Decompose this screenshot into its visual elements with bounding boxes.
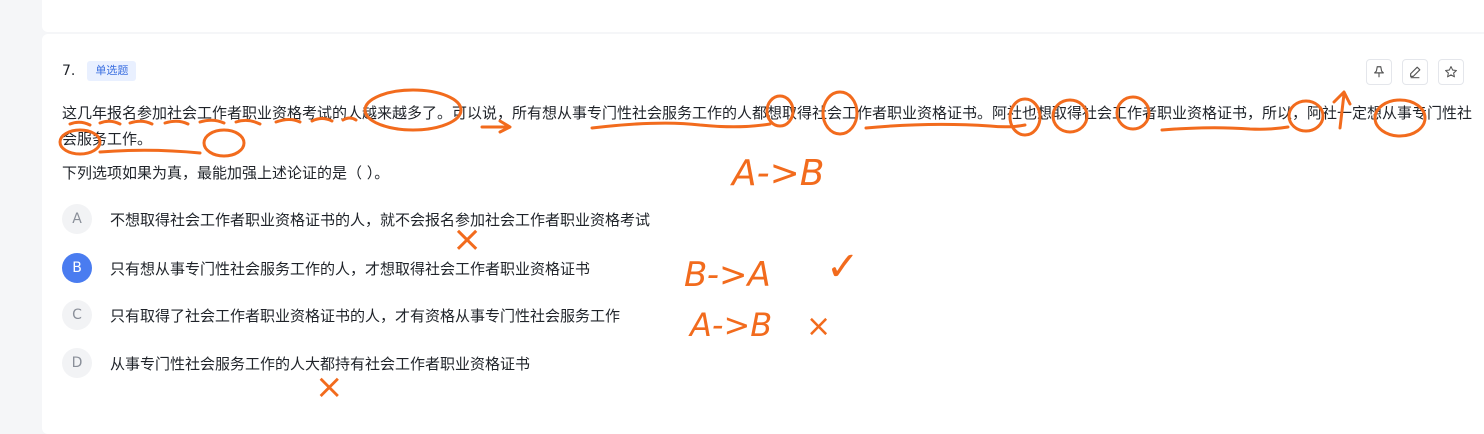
- question-type-tag: 单选题: [87, 61, 137, 81]
- favorite-button[interactable]: [1438, 59, 1464, 85]
- option-letter: B: [62, 253, 92, 283]
- question-prompt: 下列选项如果为真，最能加强上述论证的是（ ）。: [62, 164, 390, 182]
- question-header: 7. 单选题: [62, 61, 137, 81]
- question-number: 7.: [62, 63, 76, 79]
- option-a[interactable]: A 不想取得社会工作者职业资格证书的人，就不会报名参加社会工作者职业资格考试: [62, 204, 650, 234]
- option-text: 只有取得了社会工作者职业资格证书的人，才有资格从事专门性社会服务工作: [110, 306, 621, 325]
- pin-button[interactable]: [1366, 59, 1392, 85]
- question-stem: 这几年报名参加社会工作者职业资格考试的人越来越多了。可以说，所有想从事专门性社会…: [62, 104, 1473, 148]
- option-c[interactable]: C 只有取得了社会工作者职业资格证书的人，才有资格从事专门性社会服务工作: [62, 300, 620, 330]
- option-letter: D: [62, 348, 92, 378]
- question-toolbar: [1366, 59, 1464, 85]
- edit-icon: [1410, 66, 1421, 79]
- option-d[interactable]: D 从事专门性社会服务工作的人大都持有社会工作者职业资格证书: [62, 348, 530, 378]
- option-b[interactable]: B 只有想从事专门性社会服务工作的人，才想取得社会工作者职业资格证书: [62, 253, 590, 283]
- option-text: 只有想从事专门性社会服务工作的人，才想取得社会工作者职业资格证书: [110, 259, 591, 278]
- pin-icon: [1374, 66, 1384, 78]
- star-icon: [1445, 66, 1457, 78]
- question-card: 7. 单选题 这几年报名参加社会工作者职业资格考试的人越来越多了。可以说，所有想…: [42, 34, 1484, 434]
- edit-note-button[interactable]: [1402, 59, 1428, 85]
- option-text: 不想取得社会工作者职业资格证书的人，就不会报名参加社会工作者职业资格考试: [110, 210, 651, 229]
- option-letter: A: [62, 204, 92, 234]
- option-letter: C: [62, 300, 92, 330]
- previous-question-card: [42, 0, 1484, 32]
- option-text: 从事专门性社会服务工作的人大都持有社会工作者职业资格证书: [110, 354, 531, 373]
